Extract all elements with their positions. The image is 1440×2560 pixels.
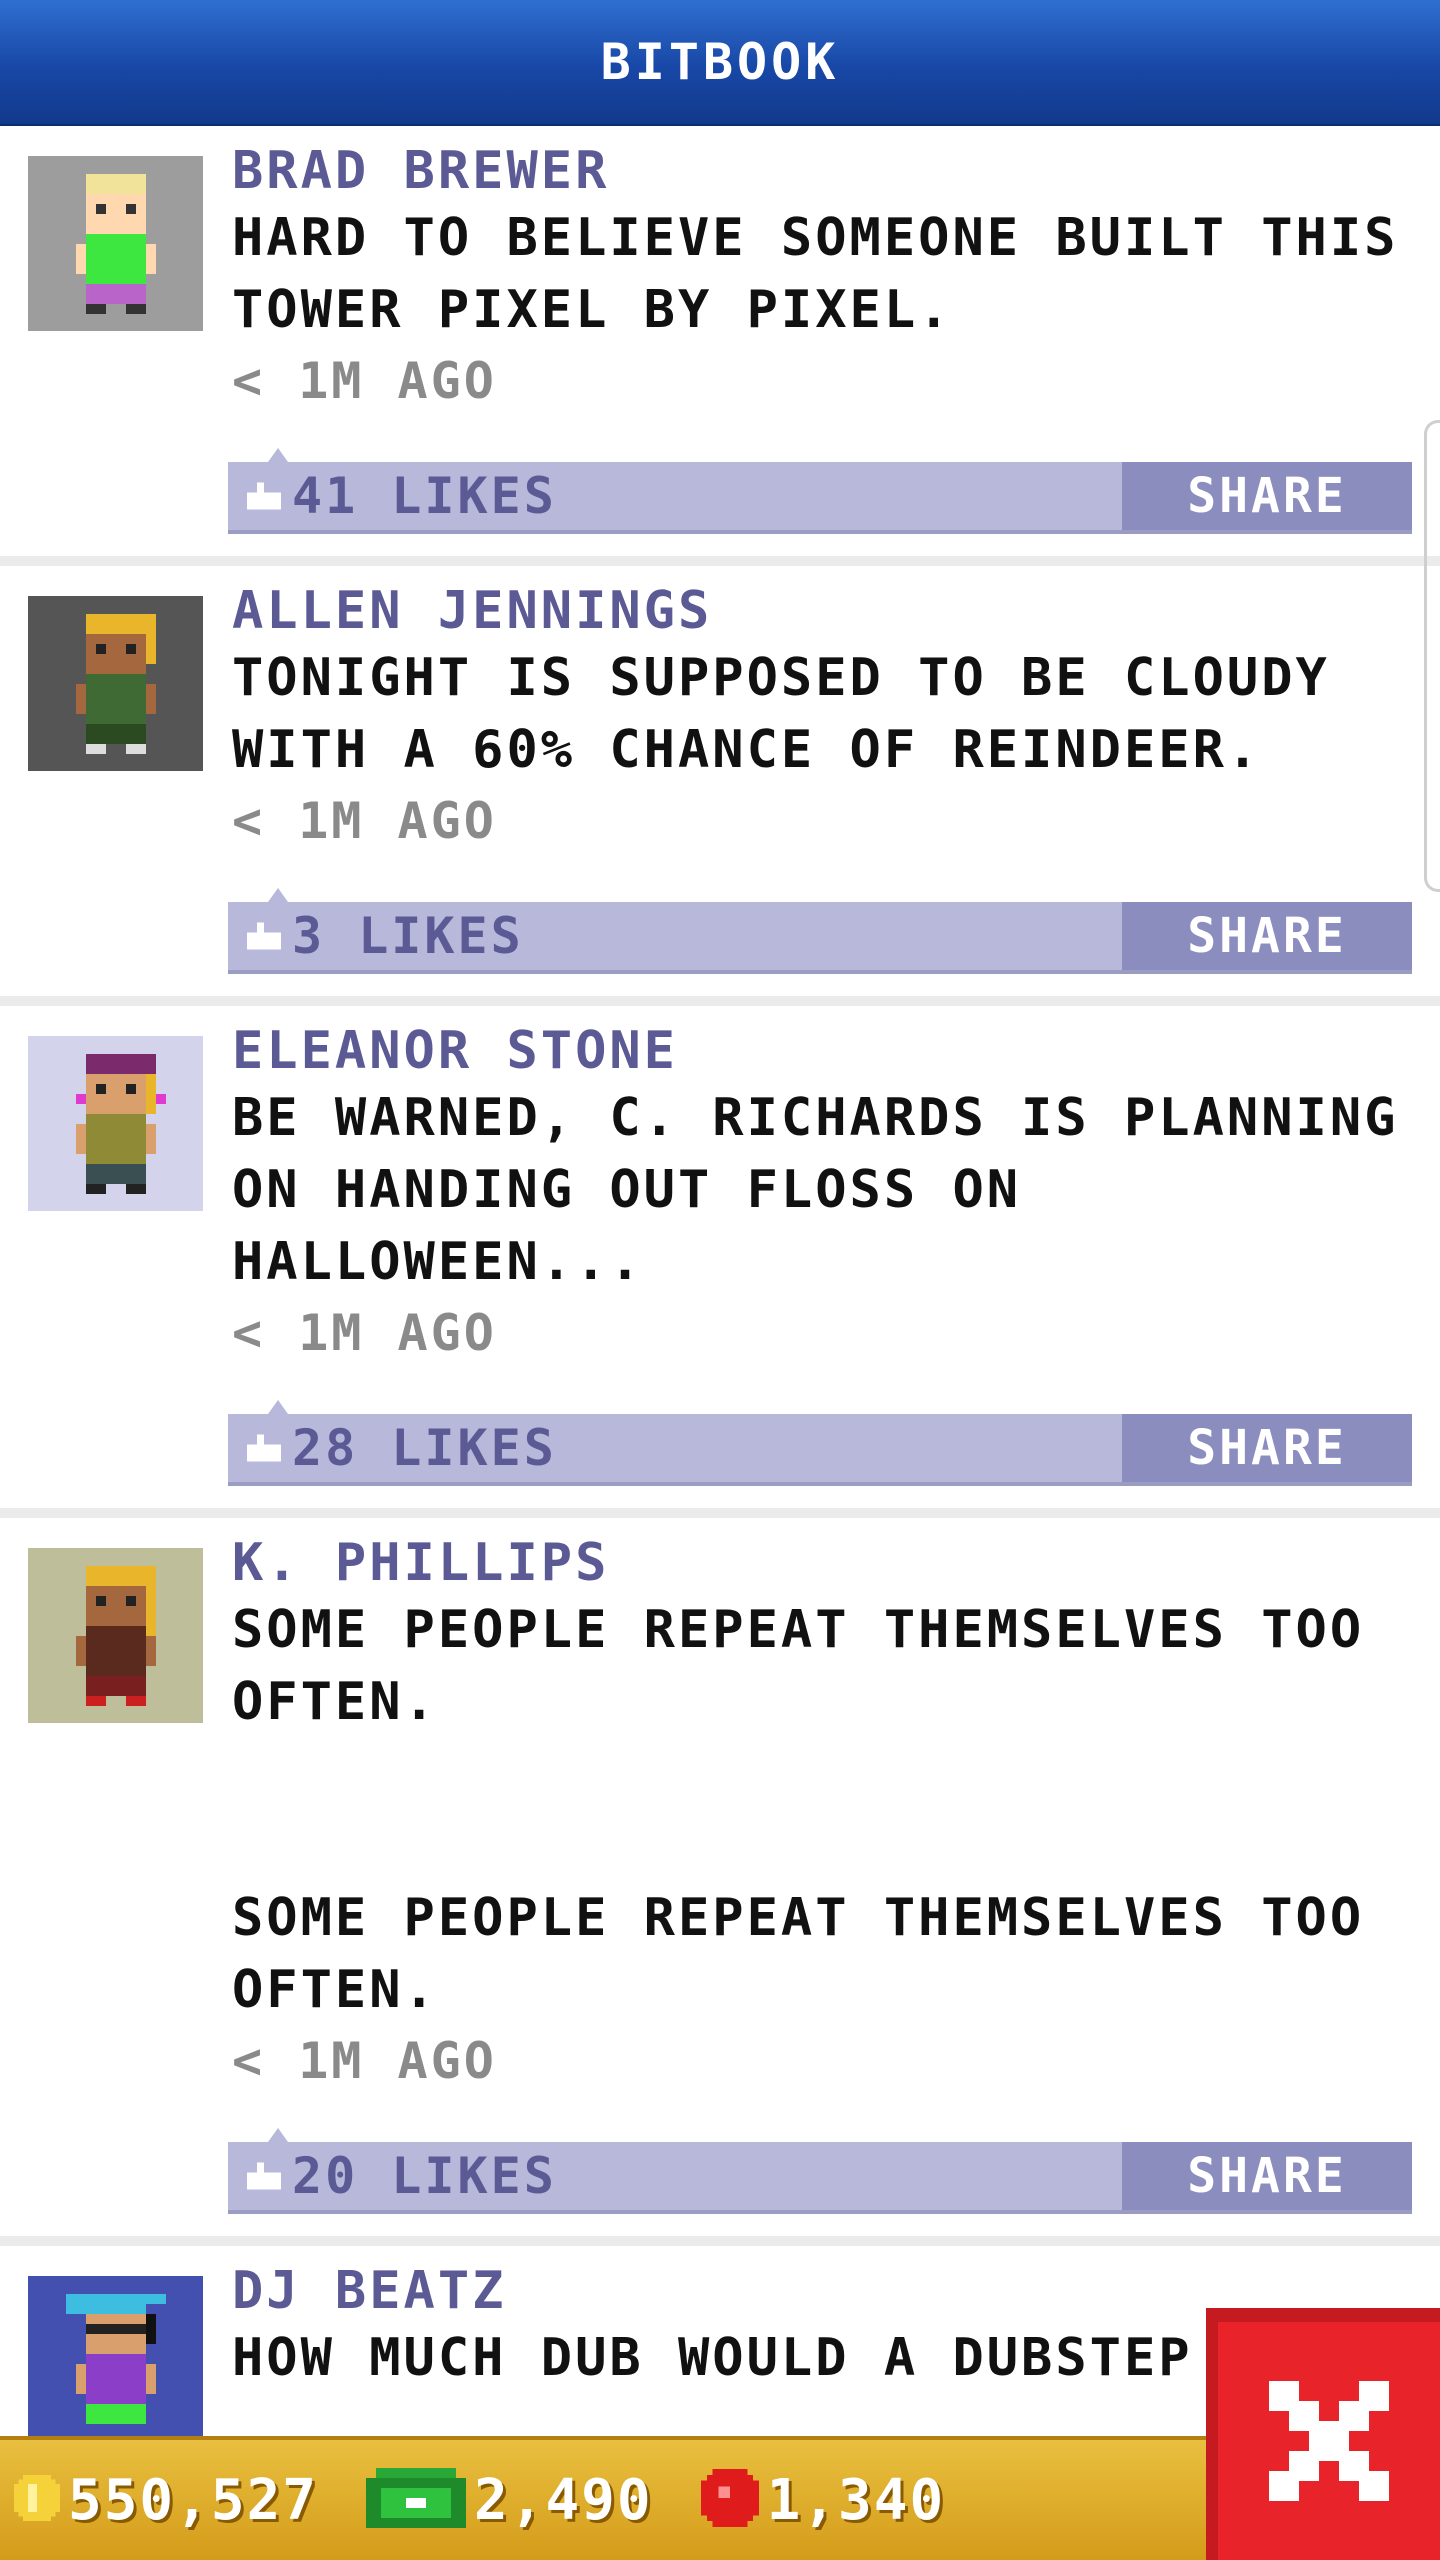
close-x-icon: [1269, 2381, 1389, 2501]
feed-post: K. PHILLIPS SOME PEOPLE REPEAT THEMSELVE…: [0, 1518, 1440, 2246]
person-icon: [75, 1053, 166, 1194]
feed-post: ELEANOR STONE BE WARNED, C. RICHARDS IS …: [0, 1006, 1440, 1518]
person-icon: [65, 2293, 166, 2424]
person-icon: [75, 613, 156, 754]
like-bar: 20 LIKES SHARE: [228, 2128, 1412, 2214]
post-author[interactable]: K. PHILLIPS: [232, 1532, 1412, 1594]
bux-counter: 2,490: [366, 2468, 653, 2533]
post-message: HOW MUCH DUB WOULD A DUBSTEP STEP IF A D…: [232, 2328, 1192, 2388]
feed-post: BRAD BREWER HARD TO BELIEVE SOMEONE BUIL…: [0, 126, 1440, 566]
avatar[interactable]: [28, 596, 203, 771]
bux-icon: [366, 2468, 467, 2532]
coin-icon: [14, 2475, 60, 2525]
thumb-up-icon[interactable]: [244, 1428, 284, 1468]
gem-icon: [700, 2469, 759, 2531]
post-message: BE WARNED, C. RICHARDS IS PLANNING ON HA…: [232, 1088, 1433, 1292]
avatar[interactable]: [28, 156, 203, 331]
post-message: SOME PEOPLE REPEAT THEMSELVES TOO OFTEN.…: [232, 1600, 1365, 2020]
like-bar: 3 LIKES SHARE: [228, 888, 1412, 974]
scrollbar[interactable]: [1424, 420, 1440, 892]
share-button[interactable]: SHARE: [1122, 902, 1412, 970]
person-icon: [75, 173, 156, 314]
gems-value: 1,340: [766, 2467, 946, 2533]
post-time: < 1M AGO: [232, 792, 497, 850]
feed-post: ALLEN JENNINGS TONIGHT IS SUPPOSED TO BE…: [0, 566, 1440, 1006]
thumb-up-icon[interactable]: [244, 476, 284, 516]
share-button[interactable]: SHARE: [1122, 462, 1412, 530]
thumb-up-icon[interactable]: [244, 2156, 284, 2196]
app-title: BITBOOK: [600, 33, 840, 91]
title-bar: BITBOOK: [0, 0, 1440, 126]
post-author[interactable]: DJ BEATZ: [232, 2260, 1192, 2322]
share-button[interactable]: SHARE: [1122, 2142, 1412, 2210]
post-time: < 1M AGO: [232, 2032, 497, 2090]
post-time: < 1M AGO: [232, 1304, 497, 1362]
thumb-up-icon[interactable]: [244, 916, 284, 956]
post-message: TONIGHT IS SUPPOSED TO BE CLOUDY WITH A …: [232, 648, 1365, 780]
post-author[interactable]: ELEANOR STONE: [232, 1020, 1412, 1082]
post-author[interactable]: ALLEN JENNINGS: [232, 580, 1412, 642]
post-message: HARD TO BELIEVE SOMEONE BUILT THIS TOWER…: [232, 208, 1433, 340]
like-count: 3 LIKES: [292, 907, 524, 965]
like-bar: 41 LIKES SHARE: [228, 448, 1412, 534]
feed-list[interactable]: BRAD BREWER HARD TO BELIEVE SOMEONE BUIL…: [0, 126, 1440, 2546]
close-button[interactable]: [1206, 2308, 1440, 2560]
avatar[interactable]: [28, 2276, 203, 2451]
avatar[interactable]: [28, 1036, 203, 1211]
like-bar: 28 LIKES SHARE: [228, 1400, 1412, 1486]
bux-value: 2,490: [474, 2467, 653, 2533]
coins-counter: 550,527: [14, 2468, 318, 2533]
like-count: 20 LIKES: [292, 2147, 557, 2205]
coins-value: 550,527: [68, 2467, 319, 2533]
share-button[interactable]: SHARE: [1122, 1414, 1412, 1482]
post-author[interactable]: BRAD BREWER: [232, 140, 1412, 202]
like-count: 41 LIKES: [292, 467, 557, 525]
person-icon: [75, 1565, 156, 1706]
gems-counter: 1,340: [700, 2467, 946, 2533]
like-count: 28 LIKES: [292, 1419, 557, 1477]
post-time: < 1M AGO: [232, 352, 497, 410]
avatar[interactable]: [28, 1548, 203, 1723]
